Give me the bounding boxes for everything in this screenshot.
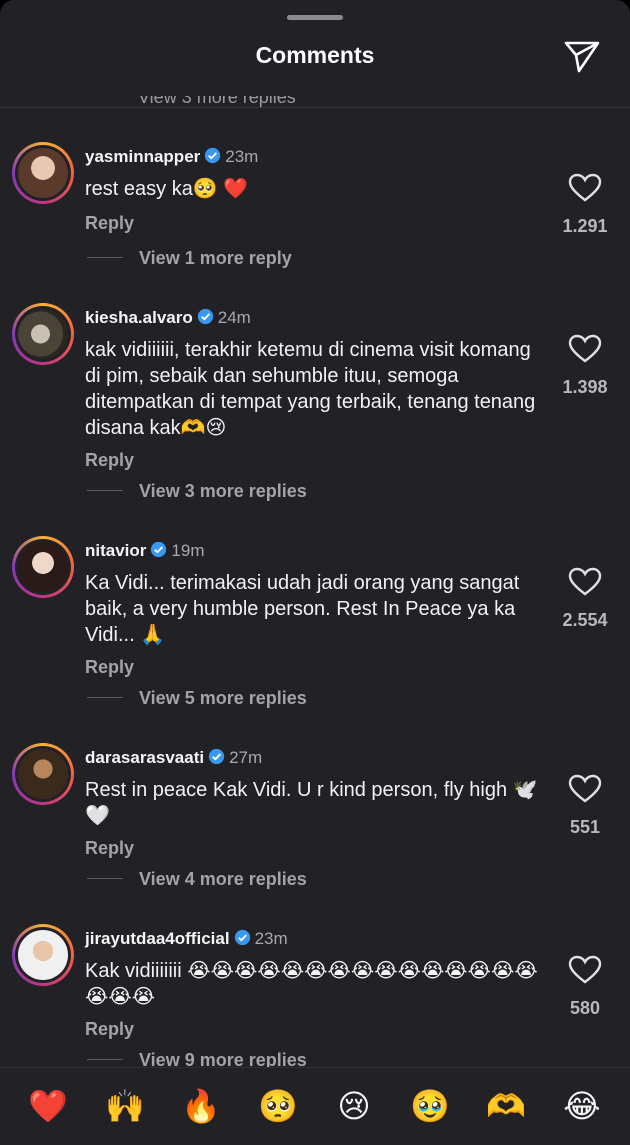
view-more-replies[interactable]: View 5 more replies <box>87 688 307 709</box>
header-divider <box>0 107 630 108</box>
comment-text: kak vidiiiiii, terakhir ketemu di cinema… <box>85 339 536 439</box>
emoji-red-heart[interactable]: ❤️ <box>26 1084 70 1128</box>
emoji-tears-of-joy[interactable]: 😂 <box>560 1084 604 1128</box>
avatar[interactable] <box>12 743 74 805</box>
page-title: Comments <box>255 42 375 68</box>
emoji-crying-face[interactable]: 😢 <box>332 1084 376 1128</box>
emoji-fire[interactable]: 🔥 <box>179 1084 223 1128</box>
comment-username[interactable]: darasarasvaati 27m <box>85 748 262 768</box>
comment-username[interactable]: yasminnapper 23m <box>85 147 258 167</box>
avatar[interactable] <box>12 536 74 598</box>
reply-button[interactable]: Reply <box>85 450 134 471</box>
comment-time: 23m <box>225 147 259 166</box>
comment-time: 27m <box>229 748 263 767</box>
comment-text: Kak vidiiiiiii 😭😭😭😭😭😭😭😭😭😭😭😭😭😭😭😭😭😭 <box>85 960 538 1008</box>
like-count: 2.554 <box>562 610 608 630</box>
avatar[interactable] <box>12 142 74 204</box>
comment-username[interactable]: nitavior 19m <box>85 541 204 561</box>
emoji-holding-back-tears[interactable]: 🥹 <box>408 1084 452 1128</box>
comment-username[interactable]: kiesha.alvaro 24m <box>85 308 251 328</box>
avatar[interactable] <box>12 303 74 365</box>
like-count: 580 <box>569 998 601 1018</box>
verified-badge-icon <box>205 147 221 164</box>
like-count: 1.291 <box>562 216 608 236</box>
comment-username[interactable]: jirayutdaa4official 23m <box>85 929 288 949</box>
emoji-raising-hands[interactable]: 🙌 <box>103 1084 147 1128</box>
emoji-heart-hands[interactable]: 🫶 <box>484 1084 528 1128</box>
view-more-replies[interactable]: View 3 more replies <box>87 481 307 502</box>
comments-sheet: Comments View 3 more replies yasminnappe… <box>0 0 630 1145</box>
comment-text: rest easy ka🥺 ❤️ <box>85 178 249 200</box>
reply-button[interactable]: Reply <box>85 657 134 678</box>
verified-badge-icon <box>234 929 250 946</box>
drag-handle[interactable] <box>287 15 343 20</box>
heart-icon[interactable] <box>568 567 602 597</box>
emoji-reaction-bar: ❤️ 🙌 🔥 🥺 😢 🥹 🫶 😂 <box>0 1067 630 1145</box>
reply-button[interactable]: Reply <box>85 213 134 234</box>
comment-time: 24m <box>217 308 251 327</box>
heart-icon[interactable] <box>568 173 602 203</box>
heart-icon[interactable] <box>568 955 602 985</box>
comment-text: Rest in peace Kak Vidi. U r kind person,… <box>85 779 538 827</box>
verified-badge-icon <box>197 308 213 325</box>
verified-badge-icon <box>151 541 167 558</box>
view-more-replies[interactable]: View 4 more replies <box>87 869 307 890</box>
heart-icon[interactable] <box>568 774 602 804</box>
avatar[interactable] <box>12 924 74 986</box>
comment-text: Ka Vidi... terimakasi udah jadi orang ya… <box>85 572 520 646</box>
emoji-pleading-face[interactable]: 🥺 <box>256 1084 300 1128</box>
comment-time: 23m <box>254 929 288 948</box>
like-count: 551 <box>569 817 601 837</box>
heart-icon[interactable] <box>568 334 602 364</box>
reply-button[interactable]: Reply <box>85 1019 134 1040</box>
like-count: 1.398 <box>562 377 608 397</box>
view-more-replies[interactable]: View 1 more reply <box>87 248 292 269</box>
verified-badge-icon <box>208 748 225 765</box>
comment-time: 19m <box>171 541 205 560</box>
reply-button[interactable]: Reply <box>85 838 134 859</box>
send-icon[interactable] <box>562 38 602 74</box>
